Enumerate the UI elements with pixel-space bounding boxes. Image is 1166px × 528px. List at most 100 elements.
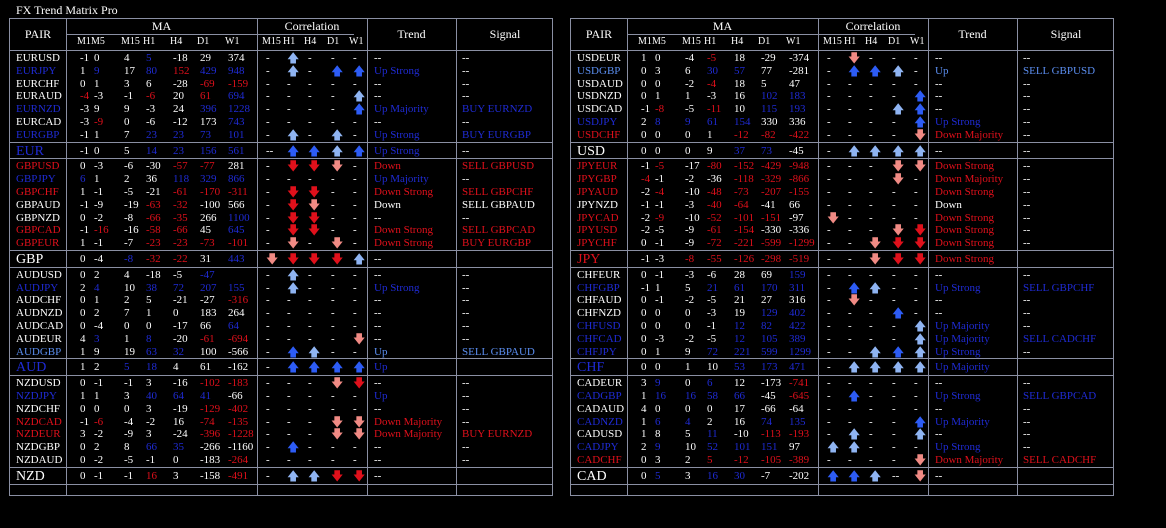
ma-value-m15: 0 [685, 377, 691, 390]
ma-value-d1: -173 [761, 377, 782, 390]
corr-m15: - [827, 90, 831, 103]
pair-row[interactable]: USDAUD 0 0 -2 -4 18 5 47- - - - - -- -- [571, 78, 1113, 91]
signal-label: -- [1023, 377, 1031, 390]
pair-row[interactable]: EURNZD -3 9 9 -3 24 396 1228 - - - - 🡅 Up Majority BUY… [10, 103, 552, 116]
currency-summary-row[interactable]: CAD 0 5 3 16 30 -7 -202 🡅 🡅 🡅 -- 🡇 -- [571, 469, 1113, 484]
ma-value-m15: -8 [685, 253, 695, 265]
pair-row[interactable]: CADJPY 2 9 10 52 101 151 97 🡅 🡅 - - - Up Strong -- [571, 441, 1113, 454]
currency-summary-row[interactable]: EUR -1 0 5 14 23 156 561 -- 🡅 🡅 🡅 🡅 Up Strong -- [10, 144, 552, 159]
ma-value-m15: 17 [124, 64, 135, 77]
trend-label: Up Strong [935, 281, 981, 294]
ma-value-d1: 330 [761, 116, 778, 128]
pair-row[interactable]: AUDNZD 0 2 7 1 0 183 264- - - - - -- -- [10, 307, 552, 320]
pair-row[interactable]: CHFNZD 0 0 0 -3 19 129 402- - - 🡅 - -- -- [571, 307, 1113, 320]
pair-row[interactable]: CADUSD 1 8 5 11 -10 -113 -193- 🡅 - - 🡅 -- -- [571, 428, 1113, 441]
group-divider [10, 141, 552, 143]
corr-m15: - [266, 116, 270, 128]
pair-row[interactable]: GBPNZD 0 -2 -8 -66 -35 266 1100- 🡇 🡇 - - -- -- [10, 212, 552, 225]
pair-row[interactable]: GBPJPY 6 1 2 36 118 329 866- - - - - Up Majority -- [10, 173, 552, 186]
pair-row[interactable]: EURCHF 0 1 3 6 -28 -69 -159- - - - - -- -- [10, 78, 552, 91]
pair-row[interactable]: CADEUR 3 9 0 6 12 -173 -741- - - - - -- -- [571, 377, 1113, 390]
currency-summary-row[interactable]: CHF 0 0 1 10 53 173 471 - 🡅 🡅 🡅 🡅 Up Majority [571, 361, 1113, 375]
pair-row[interactable]: EURGBP -1 1 7 23 23 73 101- 🡅 - 🡅 - Up Strong BUY EUR… [10, 129, 552, 142]
currency-summary-row[interactable]: NZD 0 -1 -1 16 3 -158 -491 - 🡅 🡅 🡇 🡇 -- [10, 469, 552, 484]
pair-row[interactable]: CHFGBP -1 1 5 21 61 170 311- 🡅 🡅 - - Up Strong SELL G… [571, 282, 1113, 295]
pair-row[interactable]: AUDEUR 4 3 1 8 -20 -61 -694- - - - 🡇 -- -- [10, 333, 552, 346]
corr-h1: - [848, 103, 852, 116]
ma-value-m15: -4 [124, 415, 134, 428]
pair-row[interactable]: NZDGBP 0 2 8 66 35 -266 -1160- 🡅 - - - -- -- [10, 441, 552, 454]
pair-row[interactable]: JPYCAD -2 -9 -10 -52 -101 -151 -97 🡇 - - - - Down Str… [571, 212, 1113, 225]
corr-h1: - [287, 320, 291, 332]
corr-d1: - [331, 186, 335, 198]
pair-name: GBP [16, 252, 44, 267]
pair-row[interactable]: CHFEUR 0 -1 -3 -6 28 69 159- - - - - -- -- [571, 269, 1113, 282]
ma-value-m5: 1 [655, 345, 661, 358]
pair-row[interactable]: EURJPY 1 9 17 80 152 429 948- 🡅 - 🡅 🡅 Up Strong -- [10, 65, 552, 78]
arrow-down-icon: 🡇 [914, 223, 927, 238]
currency-summary-row[interactable]: AUD 1 2 5 18 4 61 -162 - 🡅 🡅 🡅 🡅 Up [10, 361, 552, 375]
trend-label: Down Strong [935, 253, 994, 265]
pair-row[interactable]: CHFCAD 0 -3 -2 -5 12 105 389 - - - - 🡅 Up Majority SEL… [571, 333, 1113, 346]
pair-row[interactable]: JPYNZD -1 -1 -3 -40 -64 -41 66- - - - - Down -- [571, 199, 1113, 212]
ma-value-d1: 82 [761, 320, 772, 332]
pair-row[interactable]: JPYEUR -1 -5 -17 -80 -152 -429 -948- - - 🡇 🡇 Down St… [571, 160, 1113, 173]
pair-row[interactable]: USDJPY 2 8 9 61 154 330 336- - - - 🡅 Up Strong -- [571, 116, 1113, 129]
currency-summary-row[interactable]: GBP 0 -4 -8 -32 -22 31 443 🡇 🡇 🡇 🡇 🡅 -- [10, 253, 552, 267]
pair-row[interactable]: CADGBP 1 16 16 58 66 -45 -645- 🡅 - - - Up Strong SELL… [571, 390, 1113, 403]
arrow-up-icon: 🡅 [892, 344, 905, 359]
pair-name: USDCAD [577, 103, 623, 116]
pair-row[interactable]: AUDCAD 0 -4 0 0 -17 66 64- - - - - -- -- [10, 320, 552, 333]
pair-row[interactable]: NZDJPY 1 1 3 40 64 41 -66- - - - - Up -- [10, 390, 552, 403]
pair-row[interactable]: CHFJPY 0 1 9 72 221 599 1299- - 🡅 🡅 🡅 Up Strong -- [571, 346, 1113, 359]
currency-summary-row[interactable]: USD 0 0 0 9 37 73 -45- 🡅 🡅 🡅 🡅 -- -- [571, 144, 1113, 159]
pair-name: USDJPY [577, 116, 618, 128]
pair-row[interactable]: GBPAUD -1 -9 -19 -63 -32 -100 566- 🡇 🡇 - - Down SELL … [10, 199, 552, 212]
pair-row[interactable]: GBPCHF 1 -1 -5 -21 -61 -170 -311- 🡇 🡇 - - Down Stron… [10, 186, 552, 199]
pair-row[interactable]: CHFUSD 0 0 0 -1 12 82 422- - - - 🡅 Up Majority -- [571, 320, 1113, 333]
pair-row[interactable]: EURUSD -1 0 4 5 -18 29 374- 🡅 - - - -- -- [10, 52, 552, 65]
pair-row[interactable]: USDNZD 0 1 1 -3 16 102 183- - - - 🡅 -- -- [571, 90, 1113, 103]
arrow-down-icon: 🡇 [287, 159, 300, 174]
ma-value-h1: -6 [146, 90, 156, 103]
pair-row[interactable]: USDCHF 0 0 0 1 -12 -82 -422- - - - 🡇 Down Majority -- [571, 129, 1113, 142]
pair-row[interactable]: JPYGBP -4 -1 -2 -36 -118 -329 -866- - - 🡇 - Down Maj… [571, 173, 1113, 186]
corr-h4: - [869, 390, 873, 402]
arrow-down-icon: 🡇 [827, 210, 840, 225]
pair-row[interactable]: NZDCHF 0 0 0 3 -19 -129 -402- - - - - -- -- [10, 403, 552, 416]
pair-row[interactable]: GBPCAD -1 -16 -16 -58 -66 45 645- 🡇 🡇 - - Down Stron… [10, 224, 552, 237]
pair-row[interactable]: GBPEUR 1 -1 -7 -23 -23 -73 -101- 🡇 - 🡇 - Down Strong… [10, 237, 552, 250]
pair-row[interactable]: EURCAD -3 -9 0 -6 -12 173 743- - - - - -- -- [10, 116, 552, 129]
pair-row[interactable]: CHFAUD 0 -1 -2 -5 21 27 316- 🡇 - - - -- -- [571, 294, 1113, 307]
pair-row[interactable]: CADNZD 1 6 4 2 16 74 135- - - - 🡅 Up Majority -- [571, 416, 1113, 429]
pair-row[interactable]: EURAUD -4 -3 -1 -6 20 61 694- - - - 🡅 -- -- [10, 90, 552, 103]
arrow-up-icon: 🡅 [914, 89, 927, 104]
corr-m15: - [827, 390, 831, 402]
pair-row[interactable]: NZDCAD -1 -6 -4 -2 16 -74 -135- - - 🡇 🡇 Down Majorit… [10, 416, 552, 429]
pair-row[interactable]: CADCHF 0 3 2 5 -12 -105 -389 - - - - 🡇 Down Majority S… [571, 454, 1113, 467]
ma-value-h4: 16 [734, 90, 745, 103]
ma-value-m1: 0 [641, 64, 647, 77]
ma-value-m15: 8 [124, 441, 130, 454]
pair-row[interactable]: USDCAD -1 -8 -5 -11 10 115 193- - - 🡅 🡅 -- -- [571, 103, 1113, 116]
pair-row[interactable]: AUDUSD 0 2 4 -18 -5 -47- 🡅 - - - -- -- [10, 269, 552, 282]
pair-name: GBPUSD [16, 160, 60, 173]
pair-row[interactable]: JPYAUD -2 -4 -10 -48 -73 -207 -155- - - - - Down Str… [571, 186, 1113, 199]
pair-row[interactable]: AUDCHF 0 1 2 5 -21 -27 -316- - - - - -- -- [10, 294, 552, 307]
pair-row[interactable]: CADAUD 4 0 0 0 17 -66 -64- - - - - -- -- [571, 403, 1113, 416]
currency-summary-row[interactable]: JPY -1 -3 -8 -55 -126 -298 -519 - - 🡇 🡇 🡇 Down Strong [571, 253, 1113, 267]
pair-row[interactable]: JPYUSD -2 -5 -9 -61 -154 -330 -336- - - 🡇 🡇 Down Str… [571, 224, 1113, 237]
header-corr-m15: M15 [823, 36, 842, 47]
pair-row[interactable]: AUDGBP 1 9 19 63 32 100 -566- 🡅 🡅 - - Up SELL GBPAUD [10, 346, 552, 359]
pair-row[interactable]: NZDEUR 3 -2 -9 3 -24 -396 -1228- - - 🡇 🡇 Down Majori… [10, 428, 552, 441]
pair-row[interactable]: JPYCHF 0 -1 -9 -72 -221 -599 -1299- - 🡇 🡇 🡇 Down Str… [571, 237, 1113, 250]
pair-row[interactable]: NZDAUD 0 -2 -5 -1 0 -183 -264- - - - - -- -- [10, 454, 552, 467]
pair-row[interactable]: AUDJPY 2 4 10 38 72 207 155- 🡅 - - - Up Strong -- [10, 282, 552, 295]
pair-row[interactable]: NZDUSD 0 -1 -1 3 -16 -102 -183- - - 🡇 🡇 -- -- [10, 377, 552, 390]
corr-m15: - [266, 332, 270, 345]
pair-row[interactable]: GBPUSD 0 -3 -6 -30 -57 -77 281- 🡇 🡇 🡇 - Down SELL GBP… [10, 160, 552, 173]
corr-h4: - [869, 441, 873, 454]
pair-row[interactable]: USDEUR 1 0 -4 -5 18 -29 -374- 🡇 - - - -- -- [571, 52, 1113, 65]
ma-value-d1: 29 [200, 52, 211, 64]
pair-row[interactable]: USDGBP 0 3 6 30 57 77 -281- 🡅 🡅 🡅 - Up SELL GBPUSD [571, 65, 1113, 78]
